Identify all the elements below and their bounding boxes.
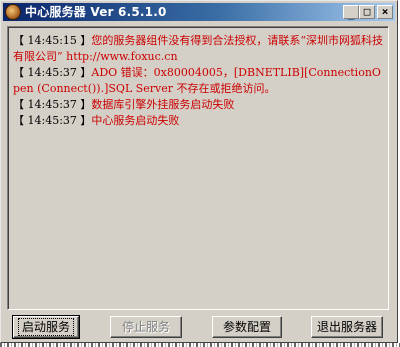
minimize-button[interactable]: _: [343, 5, 359, 20]
app-globe-icon[interactable]: [5, 4, 21, 20]
log-message: 中心服务启动失败: [91, 114, 180, 127]
start-service-label: 启动服务: [17, 318, 75, 336]
config-button[interactable]: 参数配置: [212, 316, 282, 338]
maximize-button[interactable]: □: [359, 5, 375, 19]
maximize-icon: □: [363, 5, 371, 18]
server-window: 中心服务器 Ver 6.5.1.0 _ □ × 【 14:45:15 】您的服务…: [0, 0, 398, 343]
log-timestamp: 【 14:45:37 】: [13, 114, 92, 127]
minimize-icon: _: [347, 7, 355, 20]
background-strip: [0, 343, 400, 347]
window-title: 中心服务器 Ver 6.5.1.0: [25, 5, 167, 19]
log-panel[interactable]: 【 14:45:15 】您的服务器组件没有得到合法授权，请联系“深圳市网狐科技有…: [7, 26, 389, 310]
log-message: 数据库引擎外挂服务启动失败: [91, 98, 235, 111]
close-icon: ×: [381, 5, 389, 18]
stop-service-button: 停止服务: [110, 316, 182, 338]
log-timestamp: 【 14:45:37 】: [13, 98, 92, 111]
start-service-button[interactable]: 启动服务: [12, 315, 80, 339]
close-button[interactable]: ×: [377, 5, 393, 19]
log-timestamp: 【 14:45:15 】: [13, 34, 92, 47]
exit-server-button[interactable]: 退出服务器: [311, 316, 383, 338]
config-label: 参数配置: [222, 320, 271, 334]
stop-service-label: 停止服务: [121, 320, 170, 334]
exit-server-label: 退出服务器: [316, 320, 377, 334]
title-bar[interactable]: 中心服务器 Ver 6.5.1.0 _ □ ×: [3, 3, 395, 21]
log-entry: 【 14:45:37 】中心服务启动失败: [13, 113, 385, 129]
log-timestamp: 【 14:45:37 】: [13, 66, 92, 79]
log-entry: 【 14:45:37 】数据库引擎外挂服务启动失败: [13, 97, 385, 113]
log-entry: 【 14:45:15 】您的服务器组件没有得到合法授权，请联系“深圳市网狐科技有…: [13, 33, 385, 65]
log-entry: 【 14:45:37 】ADO 错误：0x80004005，[DBNETLIB]…: [13, 65, 385, 97]
